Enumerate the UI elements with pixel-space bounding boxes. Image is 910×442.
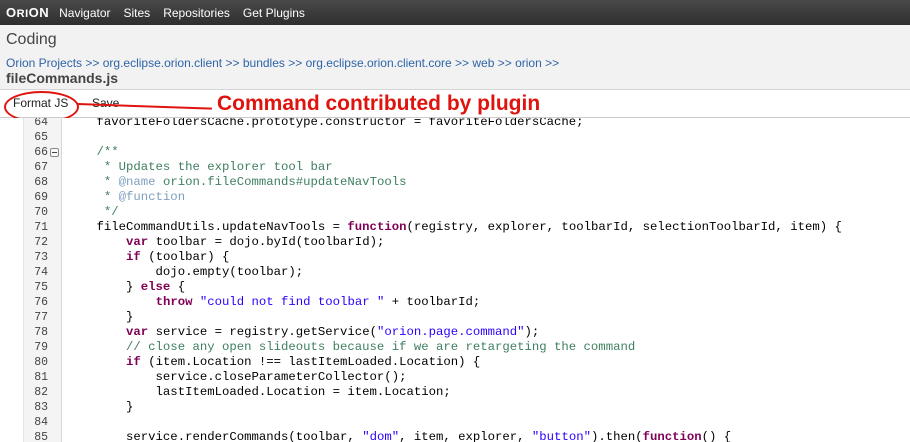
line-number: 85: [34, 431, 48, 442]
code-line[interactable]: 81 service.closeParameterCollector();: [0, 370, 910, 385]
line-number: 65: [34, 131, 48, 144]
code-line[interactable]: 65: [0, 130, 910, 145]
breadcrumb-orion-projects[interactable]: Orion Projects: [6, 56, 82, 70]
line-number: 67: [34, 161, 48, 174]
logo-letter-n: N: [39, 5, 50, 20]
code-text: /**: [67, 145, 119, 159]
nav-sites[interactable]: Sites: [124, 6, 151, 20]
annotation-label: Command contributed by plugin: [217, 92, 541, 115]
code-line[interactable]: 66 /**: [0, 145, 910, 160]
code-text: service.closeParameterCollector();: [67, 370, 407, 384]
code-text: throw "could not find toolbar " + toolba…: [155, 295, 481, 309]
page-header: Coding Orion Projects >> org.eclipse.ori…: [0, 25, 910, 90]
line-number: 80: [34, 356, 48, 369]
code-text: favoriteFoldersCache.prototype.construct…: [67, 118, 584, 129]
code-line[interactable]: 74 dojo.empty(toolbar);: [0, 265, 910, 280]
nav-repositories[interactable]: Repositories: [163, 6, 230, 20]
code-line[interactable]: 67 * Updates the explorer tool bar: [0, 160, 910, 175]
line-number: 66: [34, 146, 48, 159]
line-number: 84: [34, 416, 48, 429]
line-number: 76: [34, 296, 48, 309]
code-line[interactable]: 71 fileCommandUtils.updateNavTools = fun…: [0, 220, 910, 235]
code-text: // close any open slideouts because if w…: [67, 340, 636, 354]
file-name: fileCommands.js: [6, 70, 119, 86]
code-text: var toolbar = dojo.byId(toolbarId);: [126, 235, 385, 249]
line-number: 81: [34, 371, 48, 384]
code-line[interactable]: 69 * @function: [0, 190, 910, 205]
breadcrumb-web[interactable]: web: [472, 56, 494, 70]
breadcrumb-separator: >>: [288, 56, 303, 70]
code-line[interactable]: 79 // close any open slideouts because i…: [0, 340, 910, 355]
breadcrumb-separator: >>: [455, 56, 470, 70]
code-text: * @function: [67, 190, 186, 204]
breadcrumb-separator: >>: [497, 56, 512, 70]
line-number: 75: [34, 281, 48, 294]
code-text: }: [67, 310, 134, 324]
code-text: }: [67, 400, 134, 414]
line-number: 79: [34, 341, 48, 354]
code-text: * Updates the explorer tool bar: [67, 160, 333, 174]
top-banner: ORION Navigator Sites Repositories Get P…: [0, 0, 910, 25]
line-number: 71: [34, 221, 48, 234]
line-number: 70: [34, 206, 48, 219]
line-number: 72: [34, 236, 48, 249]
code-line[interactable]: 84: [0, 415, 910, 430]
breadcrumb-separator: >>: [225, 56, 240, 70]
line-number: 68: [34, 176, 48, 189]
breadcrumb-orion[interactable]: orion: [515, 56, 542, 70]
orion-logo[interactable]: ORION: [6, 5, 49, 20]
code-line[interactable]: 85 service.renderCommands(toolbar, "dom"…: [0, 430, 910, 442]
code-line[interactable]: 72 var toolbar = dojo.byId(toolbarId);: [0, 235, 910, 250]
code-editor[interactable]: 64 favoriteFoldersCache.prototype.constr…: [0, 118, 910, 442]
breadcrumb: Orion Projects >> org.eclipse.orion.clie…: [6, 56, 559, 70]
code-text: } else {: [67, 280, 186, 294]
line-number: 78: [34, 326, 48, 339]
breadcrumb-client-core[interactable]: org.eclipse.orion.client.core: [306, 56, 452, 70]
code-line[interactable]: 64 favoriteFoldersCache.prototype.constr…: [0, 118, 910, 130]
nav-navigator[interactable]: Navigator: [59, 6, 110, 20]
code-line[interactable]: 70 */: [0, 205, 910, 220]
code-line[interactable]: 75 } else {: [0, 280, 910, 295]
line-number: 77: [34, 311, 48, 324]
logo-letter-o: O: [6, 5, 17, 20]
code-line[interactable]: 80 if (item.Location !== lastItemLoaded.…: [0, 355, 910, 370]
line-number: 73: [34, 251, 48, 264]
page-title: Coding: [6, 31, 57, 48]
code-line[interactable]: 78 var service = registry.getService("or…: [0, 325, 910, 340]
code-line[interactable]: 68 * @name orion.fileCommands#updateNavT…: [0, 175, 910, 190]
code-text: if (item.Location !== lastItemLoaded.Loc…: [126, 355, 481, 369]
code-line[interactable]: 82 lastItemLoaded.Location = item.Locati…: [0, 385, 910, 400]
line-number: 82: [34, 386, 48, 399]
code-line[interactable]: 83 }: [0, 400, 910, 415]
code-text: dojo.empty(toolbar);: [67, 265, 304, 279]
breadcrumb-separator: >>: [85, 56, 100, 70]
code-line[interactable]: 77 }: [0, 310, 910, 325]
line-number: 83: [34, 401, 48, 414]
code-text: * @name orion.fileCommands#updateNavTool…: [67, 175, 407, 189]
line-number: 74: [34, 266, 48, 279]
code-text: var service = registry.getService("orion…: [126, 325, 540, 339]
code-text: */: [67, 205, 119, 219]
nav-get-plugins[interactable]: Get Plugins: [243, 6, 305, 20]
line-number: 69: [34, 191, 48, 204]
code-line[interactable]: 73 if (toolbar) {: [0, 250, 910, 265]
code-text: service.renderCommands(toolbar, "dom", i…: [67, 430, 732, 442]
code-line[interactable]: 76 throw "could not find toolbar " + too…: [0, 295, 910, 310]
line-number: 64: [34, 118, 48, 129]
code-text: fileCommandUtils.updateNavTools = functi…: [67, 220, 842, 234]
breadcrumb-orion-client[interactable]: org.eclipse.orion.client: [103, 56, 222, 70]
breadcrumb-bundles[interactable]: bundles: [243, 56, 285, 70]
code-text: lastItemLoaded.Location = item.Location;: [67, 385, 451, 399]
breadcrumb-separator: >>: [545, 56, 560, 70]
code-text: if (toolbar) {: [126, 250, 230, 264]
logo-letter-o2: O: [28, 5, 40, 20]
fold-toggle-icon[interactable]: [50, 148, 59, 157]
